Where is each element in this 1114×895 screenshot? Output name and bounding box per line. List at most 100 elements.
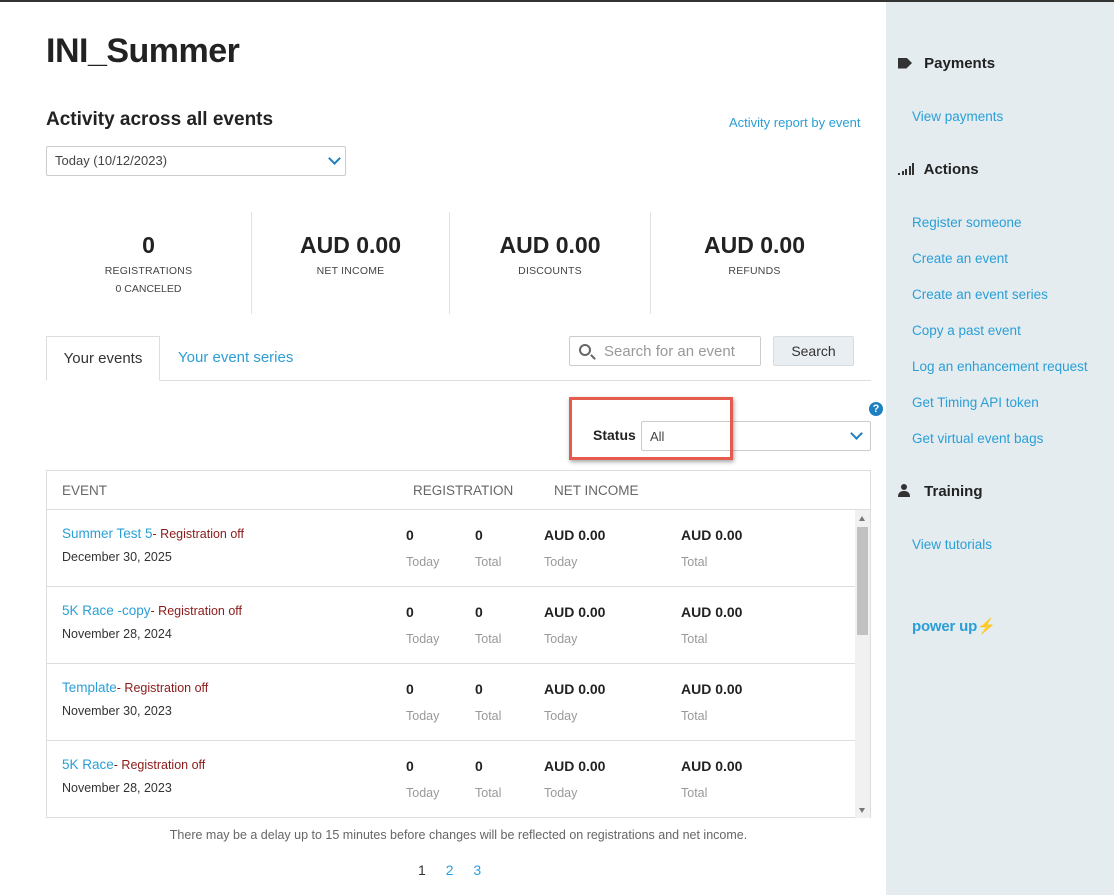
stat-value: AUD 0.00	[300, 232, 401, 258]
table-scrollbar[interactable]	[855, 510, 870, 818]
reg-total: 0	[475, 758, 483, 774]
tab-your-events[interactable]: Your events	[46, 336, 160, 381]
search-box	[569, 336, 761, 366]
search-input[interactable]	[604, 342, 754, 360]
caption-today: Today	[406, 709, 440, 723]
stat-label: REFUNDS	[728, 265, 781, 277]
reg-today: 0	[406, 604, 414, 620]
caption-total: Total	[681, 709, 708, 723]
income-total: AUD 0.00	[681, 604, 743, 620]
stat-registrations: 0 REGISTRATIONS 0 CANCELED	[46, 212, 251, 314]
stat-net-income: AUD 0.00 NET INCOME	[252, 212, 449, 314]
event-date: November 30, 2023	[62, 704, 172, 718]
caption-today: Today	[406, 555, 440, 569]
income-today: AUD 0.00	[544, 758, 606, 774]
event-link[interactable]: Summer Test 5	[62, 526, 153, 541]
activity-report-link[interactable]: Activity report by event	[729, 115, 861, 130]
event-name: 5K Race- Registration off	[62, 757, 205, 772]
caption-total: Total	[475, 632, 502, 646]
sidebar-link-virtual-event-bags[interactable]: Get virtual event bags	[912, 431, 1043, 446]
income-today: AUD 0.00	[544, 527, 606, 543]
stat-discounts: AUD 0.00 DISCOUNTS	[450, 212, 650, 314]
pagination: 1 2 3	[418, 862, 497, 878]
event-link[interactable]: 5K Race -copy	[62, 603, 151, 618]
caption-today: Today	[544, 555, 578, 569]
page-title: INI_Summer	[46, 32, 240, 70]
sidebar-link-view-tutorials[interactable]: View tutorials	[912, 537, 992, 552]
stat-refunds: AUD 0.00 REFUNDS	[651, 212, 858, 314]
reg-today: 0	[406, 681, 414, 697]
table-row: Summer Test 5- Registration off December…	[47, 510, 855, 587]
table-header: EVENT REGISTRATION NET INCOME	[47, 471, 870, 510]
date-range-value: Today (10/12/2023)	[55, 153, 168, 168]
sidebar: Payments View payments Actions Register …	[886, 2, 1114, 895]
activity-title: Activity across all events	[46, 109, 274, 130]
table-row: 5K Race- Registration off November 28, 2…	[47, 741, 855, 818]
caption-total: Total	[475, 709, 502, 723]
help-icon[interactable]: ?	[869, 402, 883, 416]
powerup-logo[interactable]: power up⚡	[912, 617, 996, 635]
main-content: INI_Summer Activity across all events Ac…	[0, 2, 886, 895]
event-date: December 30, 2025	[62, 550, 172, 564]
event-date: November 28, 2023	[62, 781, 172, 795]
sidebar-link-create-event-series[interactable]: Create an event series	[912, 287, 1048, 302]
table-row: Template- Registration off November 30, …	[47, 664, 855, 741]
reg-total: 0	[475, 681, 483, 697]
stat-sub: 0 CANCELED	[115, 283, 182, 295]
reg-today: 0	[406, 527, 414, 543]
sidebar-heading-training: Training	[898, 483, 983, 501]
table-body: Summer Test 5- Registration off December…	[47, 510, 855, 818]
scroll-down-icon[interactable]	[859, 808, 865, 813]
income-today: AUD 0.00	[544, 604, 606, 620]
stat-label: NET INCOME	[316, 265, 385, 277]
income-total: AUD 0.00	[681, 527, 743, 543]
event-name: Summer Test 5- Registration off	[62, 526, 244, 541]
search-button[interactable]: Search	[773, 336, 854, 366]
user-icon	[898, 483, 920, 501]
scrollbar-thumb[interactable]	[857, 527, 868, 635]
sidebar-link-register-someone[interactable]: Register someone	[912, 215, 1022, 230]
sidebar-link-enhancement-request[interactable]: Log an enhancement request	[912, 359, 1088, 374]
registration-status: - Registration off	[116, 681, 209, 695]
stat-label: DISCOUNTS	[518, 265, 582, 277]
header-net-income: NET INCOME	[554, 483, 639, 498]
caption-total: Total	[681, 555, 708, 569]
sidebar-heading-payments: Payments	[898, 55, 995, 73]
sidebar-link-copy-past-event[interactable]: Copy a past event	[912, 323, 1021, 338]
caption-today: Today	[544, 786, 578, 800]
registration-status: - Registration off	[150, 604, 243, 618]
page-link[interactable]: 2	[446, 862, 454, 878]
tag-icon	[898, 56, 920, 73]
caption-today: Today	[544, 632, 578, 646]
powerup-text: power up	[912, 618, 978, 635]
search-icon	[579, 344, 591, 356]
reg-total: 0	[475, 604, 483, 620]
heading-label: Training	[924, 483, 983, 500]
income-total: AUD 0.00	[681, 758, 743, 774]
bolt-icon: ⚡	[977, 618, 996, 635]
events-table: EVENT REGISTRATION NET INCOME Summer Tes…	[46, 470, 871, 818]
event-link[interactable]: 5K Race	[62, 757, 114, 772]
scroll-up-icon[interactable]	[859, 516, 865, 521]
header-event: EVENT	[62, 483, 108, 498]
caption-today: Today	[406, 632, 440, 646]
caption-today: Today	[544, 709, 578, 723]
sidebar-link-view-payments[interactable]: View payments	[912, 109, 1003, 124]
sidebar-heading-actions: Actions	[898, 161, 979, 179]
caption-total: Total	[475, 555, 502, 569]
sidebar-link-create-event[interactable]: Create an event	[912, 251, 1008, 266]
heading-label: Actions	[923, 161, 979, 178]
stat-label: REGISTRATIONS	[104, 265, 193, 277]
event-link[interactable]: Template	[62, 680, 117, 695]
delay-note: There may be a delay up to 15 minutes be…	[169, 828, 748, 842]
date-range-select[interactable]: Today (10/12/2023)	[46, 146, 346, 176]
chevron-down-icon	[850, 427, 863, 440]
signal-bars-icon	[898, 162, 920, 179]
tab-your-event-series[interactable]: Your event series	[178, 349, 293, 366]
stat-value: AUD 0.00	[704, 232, 805, 258]
registration-status: - Registration off	[152, 527, 245, 541]
reg-today: 0	[406, 758, 414, 774]
sidebar-link-timing-api-token[interactable]: Get Timing API token	[912, 395, 1039, 410]
registration-status: - Registration off	[113, 758, 206, 772]
page-link[interactable]: 3	[473, 862, 481, 878]
